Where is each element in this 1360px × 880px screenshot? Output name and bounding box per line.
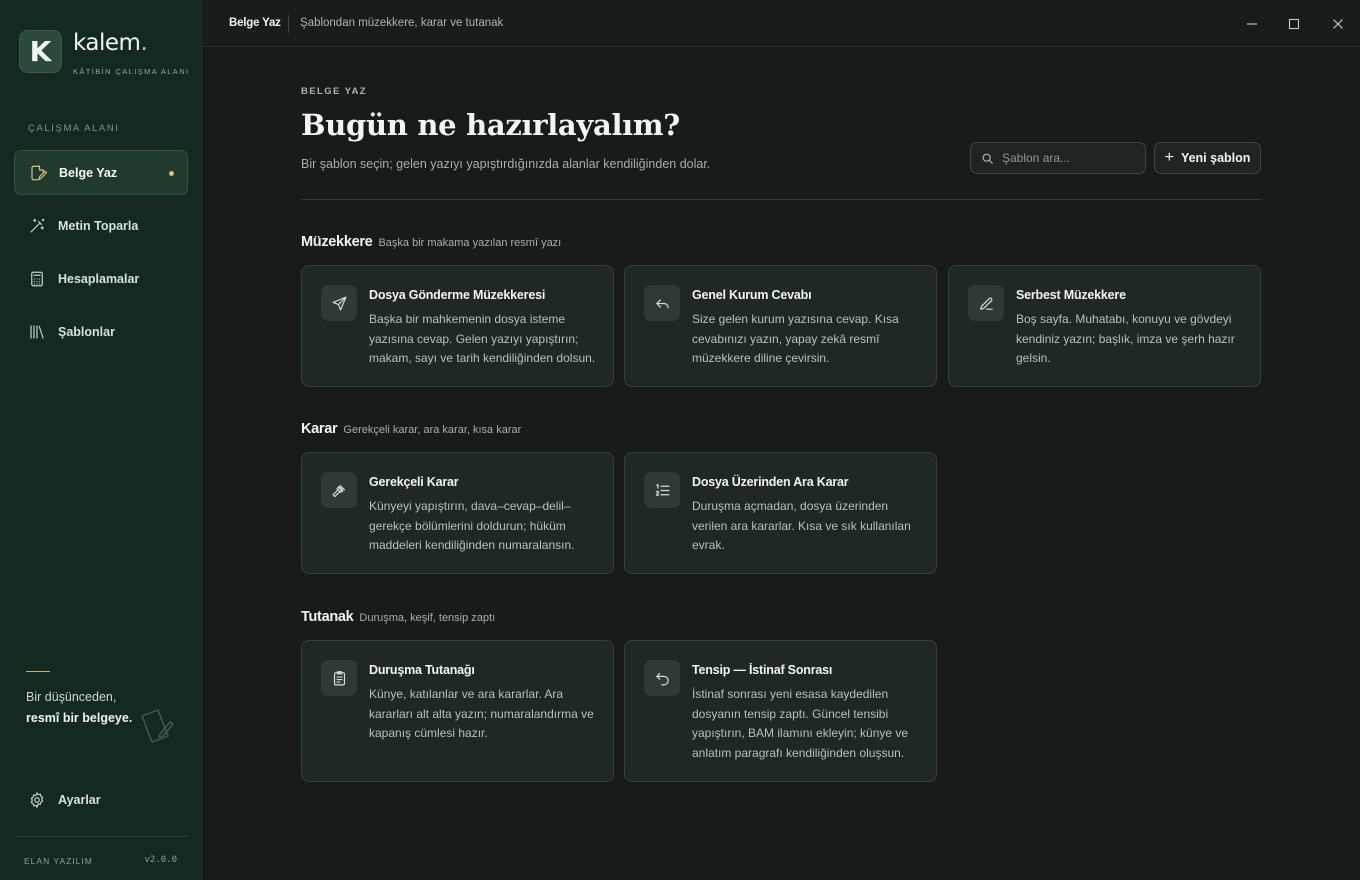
group-title: Tutanak — [301, 609, 354, 625]
group-heading-karar: Karar Gerekçeli karar, ara karar, kısa ka… — [301, 421, 521, 437]
gear-icon — [30, 792, 44, 808]
card-title: Tensip — İstinaf Sonrası — [692, 663, 833, 677]
card-title: Genel Kurum Cevabı — [692, 288, 812, 302]
settings-label: Ayarlar — [58, 793, 101, 807]
sidebar-item-hesaplamalar[interactable]: Hesaplamalar — [14, 256, 188, 301]
sidebar-item-metin-toparla[interactable]: Metin Toparla — [14, 203, 188, 248]
plus-icon: + — [1164, 149, 1174, 166]
card-icon-box — [321, 472, 357, 508]
sidebar-item-label: Metin Toparla — [58, 218, 139, 233]
page-title: Bugün ne hazırlayalım? — [301, 108, 680, 142]
numbered-list-icon — [655, 483, 669, 496]
settings-button[interactable]: Ayarlar — [14, 778, 188, 822]
card-icon-box — [644, 660, 680, 696]
sidebar-item-label: Şablonlar — [58, 324, 115, 339]
group-heading-tutanak: Tutanak Duruşma, keşif, tensip zaptı — [301, 609, 495, 625]
calculator-icon — [31, 271, 43, 286]
template-card-durusma-tutanagi[interactable]: Duruşma Tutanağı Künye, katılanlar ve ar… — [301, 640, 614, 782]
card-description: Boş sayfa. Muhatabı, konuyu ve gövdeyi k… — [1016, 312, 1235, 365]
logo: K — [19, 30, 62, 73]
card-icon-box — [644, 472, 680, 508]
active-indicator — [169, 171, 174, 176]
card-title: Dosya Üzerinden Ara Karar — [692, 475, 849, 489]
library-icon — [30, 324, 44, 339]
minimize-button[interactable] — [1242, 14, 1262, 34]
brand-tagline: KÂTİBİN ÇALIŞMA ALANI — [73, 67, 190, 76]
group-subtitle: Duruşma, keşif, tensip zaptı — [359, 612, 496, 624]
card-description: Duruşma açmadan, dosya üzerinden verilen… — [692, 499, 911, 552]
card-description: Künye, katılanlar ve ara kararlar. Ara k… — [369, 687, 594, 740]
title-bar: Belge Yaz Şablondan müzekkere, karar ve … — [202, 0, 1360, 47]
card-icon-box — [644, 285, 680, 321]
group-heading-muzekkere: Müzekkere Başka bir makama yazılan resmî … — [301, 234, 561, 250]
clipboard-icon — [333, 670, 345, 685]
undo-icon — [655, 672, 669, 685]
sidebar: K kalem. KÂTİBİN ÇALIŞMA ALANI ÇALIŞMA A… — [0, 0, 202, 880]
logo-letter: K — [29, 35, 52, 68]
card-title: Dosya Gönderme Müzekkeresi — [369, 288, 546, 302]
card-description: İstinaf sonrası yeni esasa kaydedilen do… — [692, 687, 909, 760]
template-card-tensip-istinaf[interactable]: Tensip — İstinaf Sonrası İstinaf sonrası… — [624, 640, 937, 782]
magic-wand-icon — [30, 218, 45, 233]
card-icon-box — [321, 285, 357, 321]
brand-name-dot: . — [140, 30, 148, 56]
card-title: Serbest Müzekkere — [1016, 288, 1126, 302]
template-search[interactable] — [970, 142, 1146, 174]
card-description: Size gelen kurum yazısına cevap. Kısa ce… — [692, 312, 899, 365]
template-card-gerekceli-karar[interactable]: Gerekçeli Karar Künyeyi yapıştırın, dava… — [301, 452, 614, 574]
new-template-button[interactable]: + Yeni şablon — [1154, 142, 1261, 174]
company-name: ELAN YAZILIM — [24, 856, 93, 866]
quote-divider — [26, 671, 50, 672]
window-subtitle: Şablondan müzekkere, karar ve tutanak — [300, 17, 504, 29]
card-icon-box — [968, 285, 1004, 321]
window-title: Belge Yaz — [229, 17, 281, 29]
card-description: Başka bir mahkemenin dosya isteme yazısı… — [369, 312, 596, 365]
brand-name: kalem. — [73, 30, 148, 56]
sidebar-section-label: ÇALIŞMA ALANI — [28, 123, 120, 134]
sidebar-item-sablonlar[interactable]: Şablonlar — [14, 309, 188, 354]
card-title: Duruşma Tutanağı — [369, 663, 475, 677]
title-separator — [288, 15, 289, 33]
sidebar-item-belge-yaz[interactable]: Belge Yaz — [14, 150, 188, 195]
app-version: v2.0.0 — [144, 855, 177, 865]
send-icon — [332, 296, 346, 310]
minimize-icon — [1247, 23, 1257, 25]
group-subtitle: Gerekçeli karar, ara karar, kısa karar — [343, 424, 522, 436]
card-icon-box — [321, 660, 357, 696]
group-title: Müzekkere — [301, 234, 373, 250]
document-edit-icon — [31, 165, 47, 180]
card-description: Künyeyi yapıştırın, dava–cevap–delil–ger… — [369, 499, 575, 552]
template-card-ara-karar[interactable]: Dosya Üzerinden Ara Karar Duruşma açmada… — [624, 452, 937, 574]
close-icon — [1333, 19, 1343, 29]
template-card-genel-kurum[interactable]: Genel Kurum Cevabı Size gelen kurum yazı… — [624, 265, 937, 387]
group-subtitle: Başka bir makama yazılan resmî yazı — [378, 237, 562, 249]
quote-line-1: Bir düşünceden, — [26, 690, 117, 704]
new-template-label: Yeni şablon — [1180, 151, 1251, 165]
page-eyebrow: BELGE YAZ — [301, 86, 367, 97]
page-subtitle: Bir şablon seçin; gelen yazıyı yapıştırd… — [301, 157, 711, 171]
gavel-icon — [332, 484, 345, 497]
reply-icon — [655, 298, 669, 308]
sidebar-divider — [14, 836, 188, 837]
quote-line-2: resmî bir belgeye. — [26, 711, 133, 725]
sidebar-item-label: Belge Yaz — [59, 165, 118, 180]
maximize-button[interactable] — [1284, 14, 1304, 34]
document-pen-icon — [141, 709, 174, 743]
template-card-dosya-gonderme[interactable]: Dosya Gönderme Müzekkeresi Başka bir mah… — [301, 265, 614, 387]
template-card-serbest-muzekkere[interactable]: Serbest Müzekkere Boş sayfa. Muhatabı, k… — [948, 265, 1261, 387]
header-divider — [301, 199, 1261, 200]
close-button[interactable] — [1328, 14, 1348, 34]
group-title: Karar — [301, 421, 338, 437]
maximize-icon — [1288, 18, 1300, 30]
search-input[interactable] — [1002, 151, 1132, 165]
brand-name-text: kalem — [73, 30, 141, 56]
sidebar-item-label: Hesaplamalar — [58, 271, 140, 286]
pen-icon — [979, 297, 993, 310]
search-icon — [982, 153, 993, 164]
card-title: Gerekçeli Karar — [369, 475, 459, 489]
